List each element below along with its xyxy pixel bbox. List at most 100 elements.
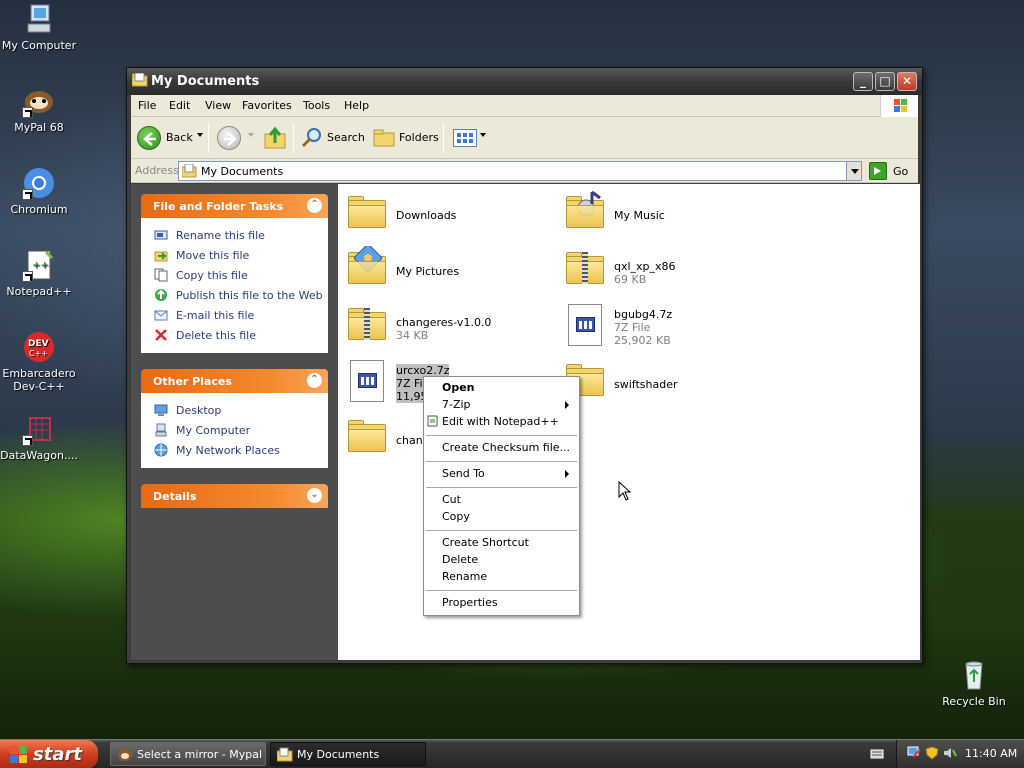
svg-text:C++: C++	[29, 349, 48, 358]
task-move-file[interactable]: Move this file	[141, 246, 328, 266]
taskbar-item-mypal[interactable]: Select a mirror - Mypal	[110, 742, 266, 766]
folder-icon	[344, 190, 392, 238]
desktop-icon-label: My Computer	[1, 39, 77, 52]
email-icon	[154, 308, 168, 322]
menu-file[interactable]: File	[138, 99, 156, 112]
menu-item-label: Create Shortcut	[442, 536, 529, 549]
desktop-icon-label: MyPal 68	[14, 121, 64, 134]
folders-button[interactable]: Folders	[399, 131, 439, 144]
taskbar-item-label: My Documents	[297, 748, 380, 761]
title-bar[interactable]: My Documents _ □ ✕	[127, 68, 922, 95]
folders-icon[interactable]	[373, 128, 395, 148]
menu-view[interactable]: View	[205, 99, 231, 112]
menu-item-properties[interactable]: Properties	[424, 594, 579, 611]
menu-item-copy[interactable]: Copy	[424, 508, 579, 525]
file-item-my-music[interactable]: My Music	[562, 190, 772, 240]
desktop-icon-datawagon[interactable]: DataWagon....	[0, 412, 78, 462]
menu-help[interactable]: Help	[344, 99, 369, 112]
security-shield-icon[interactable]	[925, 746, 939, 760]
desktop-icon	[154, 403, 168, 417]
menu-item-send-to[interactable]: Send To	[424, 465, 579, 482]
up-folder-icon[interactable]	[262, 125, 288, 151]
panel-header[interactable]: Other Places ⌃	[141, 369, 328, 393]
place-label: Desktop	[176, 404, 222, 417]
task-publish-web[interactable]: Publish this file to the Web	[141, 286, 328, 306]
windows-logo-icon	[880, 95, 918, 117]
start-button[interactable]: start	[0, 740, 98, 768]
menu-tools[interactable]: Tools	[303, 99, 330, 112]
menu-edit[interactable]: Edit	[169, 99, 190, 112]
menu-separator	[426, 435, 577, 436]
desktop-icon-my-computer[interactable]: My Computer	[0, 2, 78, 52]
menu-item-label: Cut	[442, 493, 461, 506]
file-item-changeres[interactable]: changeres-v1.0.0 34 KB	[344, 302, 554, 352]
views-dropdown-icon[interactable]	[480, 133, 486, 137]
mypal-icon	[117, 747, 133, 762]
file-item-swiftshader[interactable]: swiftshader	[562, 358, 772, 408]
menu-item-cut[interactable]: Cut	[424, 491, 579, 508]
task-pane: File and Folder Tasks ⌃ Rename this file…	[131, 184, 338, 660]
folder-icon	[181, 163, 197, 178]
desktop-icon-recycle-bin[interactable]: Recycle Bin	[935, 658, 1013, 708]
clock[interactable]: 11:40 AM	[965, 747, 1017, 760]
panel-header[interactable]: Details ⌄	[141, 484, 328, 508]
back-button[interactable]: Back	[166, 131, 193, 144]
menu-item-rename[interactable]: Rename	[424, 568, 579, 585]
network-monitor-icon[interactable]	[907, 746, 921, 760]
place-label: My Computer	[176, 424, 251, 437]
task-email-file[interactable]: E-mail this file	[141, 306, 328, 326]
back-arrow-icon[interactable]	[137, 126, 161, 150]
desktop-icon-notepad[interactable]: ++ Notepad++	[0, 248, 78, 298]
search-button[interactable]: Search	[327, 131, 365, 144]
notepad-plus-plus-icon	[427, 415, 439, 427]
task-delete-file[interactable]: Delete this file	[141, 326, 328, 346]
keyboard-icon[interactable]	[869, 748, 885, 760]
window-title: My Documents	[151, 74, 260, 89]
views-icon[interactable]	[453, 129, 477, 147]
context-menu: Open 7-Zip Edit with Notepad++ Create Ch…	[423, 376, 580, 616]
copy-icon	[154, 268, 168, 282]
menu-item-delete[interactable]: Delete	[424, 551, 579, 568]
menu-item-edit-notepad[interactable]: Edit with Notepad++	[424, 413, 579, 430]
address-dropdown-icon[interactable]	[846, 161, 862, 181]
file-folder-tasks-panel: File and Folder Tasks ⌃ Rename this file…	[141, 194, 328, 353]
collapse-chevron-icon[interactable]: ⌃	[307, 198, 322, 213]
go-button[interactable]: Go	[869, 161, 919, 181]
file-item-bgubg4[interactable]: bgubg4.7z 7Z File 25,902 KB	[562, 302, 772, 352]
panel-header[interactable]: File and Folder Tasks ⌃	[141, 194, 328, 218]
place-desktop[interactable]: Desktop	[141, 401, 328, 421]
shortcut-arrow-icon	[22, 107, 33, 118]
forward-dropdown-icon[interactable]	[248, 133, 254, 137]
menu-favorites[interactable]: Favorites	[242, 99, 292, 112]
collapse-chevron-icon[interactable]: ⌃	[307, 373, 322, 388]
task-copy-file[interactable]: Copy this file	[141, 266, 328, 286]
address-input[interactable]: My Documents	[178, 161, 862, 181]
menu-item-create-checksum[interactable]: Create Checksum file...	[424, 439, 579, 456]
menu-item-open[interactable]: Open	[424, 379, 579, 396]
file-size: 34 KB	[396, 329, 429, 342]
search-icon[interactable]	[301, 127, 323, 149]
desktop-icon-chromium[interactable]: Chromium	[0, 166, 78, 216]
taskbar-item-my-documents[interactable]: My Documents	[270, 742, 426, 766]
expand-chevron-icon[interactable]: ⌄	[307, 488, 322, 503]
task-rename-file[interactable]: Rename this file	[141, 226, 328, 246]
place-network[interactable]: My Network Places	[141, 441, 328, 461]
maximize-button[interactable]: □	[875, 72, 895, 91]
minimize-button[interactable]: _	[853, 72, 873, 91]
folder-icon	[131, 72, 148, 87]
file-item-my-pictures[interactable]: My Pictures	[344, 246, 554, 296]
file-item-qxl-xp-x86[interactable]: qxl_xp_x86 69 KB	[562, 246, 772, 296]
place-my-computer[interactable]: My Computer	[141, 421, 328, 441]
close-button[interactable]: ✕	[897, 72, 917, 91]
desktop-icon-mypal[interactable]: MyPal 68	[0, 84, 78, 134]
menu-item-7zip[interactable]: 7-Zip	[424, 396, 579, 413]
panel-title: File and Folder Tasks	[153, 200, 284, 213]
menu-item-create-shortcut[interactable]: Create Shortcut	[424, 534, 579, 551]
desktop-icon-devcpp[interactable]: DEV C++ Embarcadero Dev-C++	[0, 330, 78, 393]
forward-arrow-icon[interactable]	[217, 126, 241, 150]
file-item-downloads[interactable]: Downloads	[344, 190, 554, 240]
volume-icon[interactable]	[943, 746, 957, 760]
my-computer-icon	[22, 2, 56, 36]
back-dropdown-icon[interactable]	[197, 133, 203, 137]
menu-item-label: Edit with Notepad++	[442, 415, 559, 428]
